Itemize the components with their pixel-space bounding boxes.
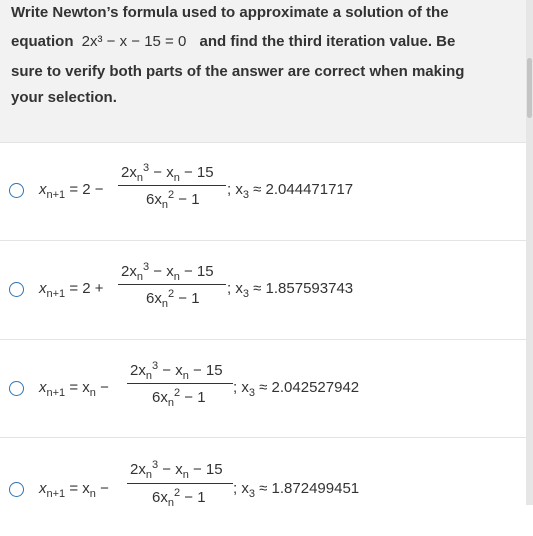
fraction-numerator: 2xn3 − xn − 15	[130, 360, 223, 382]
option-a-value: 2.044471717	[265, 181, 354, 198]
option-b-lhs: xn+1 = 2 +	[39, 280, 104, 300]
fraction-numerator: 2xn3 − xn − 15	[121, 261, 214, 283]
question-line-4: your selection.	[11, 89, 117, 106]
answer-option-b[interactable]: xn+1 = 2 + 2xn3 − xn − 15 6xn2 − 1 ; x3 …	[0, 241, 526, 339]
question-panel: Write Newton’s formula used to approxima…	[0, 0, 526, 142]
option-b-result: ; x3 ≈ 1.857593743	[227, 280, 354, 300]
fraction-numerator: 2xn3 − xn − 15	[121, 162, 214, 184]
fraction-denominator: 6xn2 − 1	[146, 288, 200, 310]
question-line-2-post: and find the third iteration value. Be	[199, 33, 456, 50]
answer-option-c[interactable]: xn+1 = xn − 2xn3 − xn − 15 6xn2 − 1 ; x3…	[0, 340, 526, 438]
fraction-denominator: 6xn2 − 1	[146, 189, 200, 211]
option-c-value: 2.042527942	[271, 379, 360, 396]
question-line-1: Write Newton’s formula used to approxima…	[11, 4, 449, 21]
option-d-value: 1.872499451	[271, 480, 360, 497]
fraction-denominator: 6xn2 − 1	[152, 487, 206, 509]
fraction-bar	[127, 483, 233, 484]
question-line-2: equation 2x³ − x − 15 = 0 and find the t…	[11, 33, 455, 50]
radio-button-a[interactable]	[9, 183, 24, 198]
fraction-bar	[118, 284, 226, 285]
option-d-lhs: xn+1 = xn −	[39, 480, 109, 500]
option-d-result: ; x3 ≈ 1.872499451	[233, 480, 360, 500]
fraction-bar	[118, 185, 226, 186]
question-equation: 2x³ − x − 15 = 0	[81, 33, 187, 50]
question-line-2-pre: equation	[11, 33, 74, 50]
fraction-numerator: 2xn3 − xn − 15	[130, 459, 223, 481]
fraction-bar	[127, 383, 233, 384]
answer-option-a[interactable]: xn+1 = 2 − 2xn3 − xn − 15 6xn2 − 1 ; x3 …	[0, 143, 526, 241]
radio-button-c[interactable]	[9, 381, 24, 396]
option-a-lhs: xn+1 = 2 −	[39, 181, 104, 201]
scrollbar[interactable]	[526, 0, 533, 505]
option-a-result: ; x3 ≈ 2.044471717	[227, 181, 354, 201]
answer-option-d[interactable]: xn+1 = xn − 2xn3 − xn − 15 6xn2 − 1 ; x3…	[0, 438, 526, 536]
question-line-3: sure to verify both parts of the answer …	[11, 63, 465, 80]
option-c-result: ; x3 ≈ 2.042527942	[233, 379, 360, 399]
fraction-denominator: 6xn2 − 1	[152, 387, 206, 409]
radio-button-d[interactable]	[9, 482, 24, 497]
radio-button-b[interactable]	[9, 282, 24, 297]
scrollbar-thumb[interactable]	[527, 58, 532, 118]
option-b-value: 1.857593743	[265, 280, 354, 297]
option-c-lhs: xn+1 = xn −	[39, 379, 109, 399]
